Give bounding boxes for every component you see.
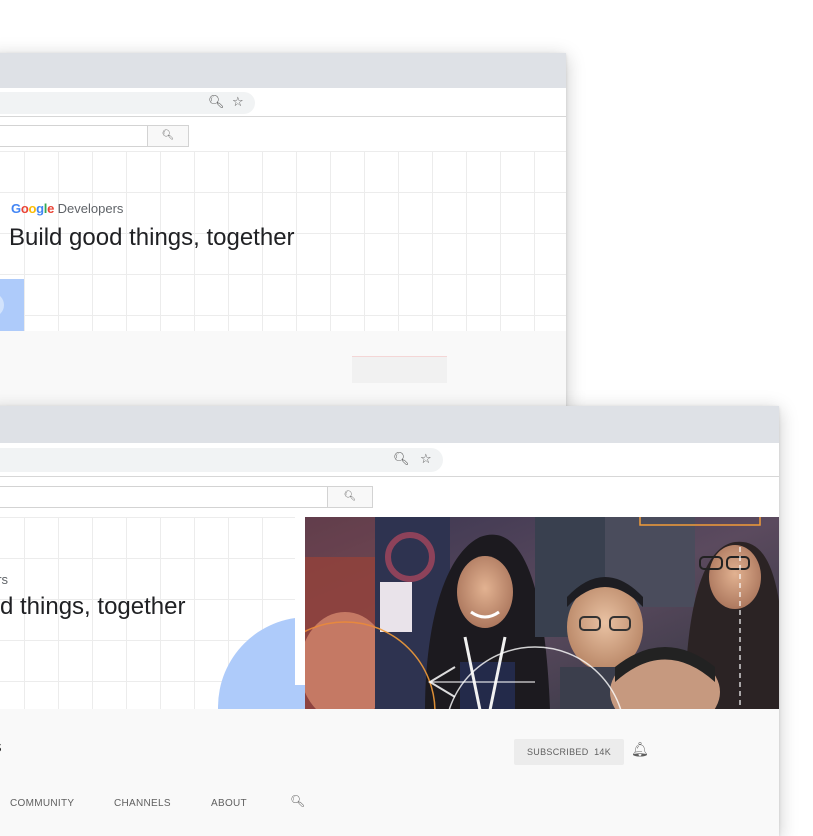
- banner-headline: d things, together: [0, 593, 186, 620]
- search-icon: 🔍︎: [161, 130, 175, 141]
- notification-bell-icon[interactable]: 🔔︎: [631, 742, 649, 758]
- browser-titlebar: [0, 53, 566, 88]
- banner-card-edge: [295, 517, 305, 685]
- channel-search-icon[interactable]: 🔍︎: [290, 794, 305, 808]
- browser-titlebar: [0, 406, 779, 443]
- search-button[interactable]: 🔍︎: [147, 126, 188, 146]
- browser-toolbar: 🔍︎ ☆: [0, 88, 566, 117]
- subscribe-label: SUBSCRIBED: [527, 747, 589, 757]
- channel-header: s SUBSCRIBED 14K 🔔︎ COMMUNITY CHANNELS A…: [0, 709, 779, 836]
- bookmark-star-icon[interactable]: ☆: [232, 95, 244, 111]
- zoom-icon[interactable]: 🔍︎: [208, 95, 225, 111]
- banner-headline: Build good things, together: [9, 224, 295, 251]
- tab-about[interactable]: ABOUT: [211, 798, 247, 809]
- tab-channels[interactable]: CHANNELS: [114, 798, 171, 809]
- youtube-search-row: 🔍︎: [0, 477, 779, 517]
- front-browser-window: 🔍︎ ☆ 🔍︎ ers d things, together: [0, 406, 779, 836]
- address-bar[interactable]: 🔍︎ ☆: [0, 448, 443, 472]
- google-developers-logo: Google Developers: [11, 201, 124, 216]
- channel-header-area: [0, 331, 566, 413]
- back-browser-window: 🔍︎ ☆ 🔍︎ Google Developers Build good thi…: [0, 53, 566, 413]
- banner-crowd-photo: [305, 517, 779, 710]
- youtube-search-row: 🔍︎: [0, 117, 566, 151]
- google-developers-logo: ers: [0, 572, 9, 587]
- channel-name: s: [0, 737, 2, 757]
- subscribed-button[interactable]: SUBSCRIBED 14K: [514, 739, 625, 765]
- search-button[interactable]: 🔍︎: [327, 487, 372, 507]
- address-bar[interactable]: 🔍︎ ☆: [0, 92, 255, 114]
- channel-banner: ers d things, together: [0, 517, 779, 710]
- search-input[interactable]: 🔍︎: [0, 486, 373, 508]
- banner-accent-shape: [0, 279, 24, 331]
- search-icon: 🔍︎: [343, 491, 357, 502]
- subscriber-count: 14K: [594, 747, 612, 757]
- tab-community[interactable]: COMMUNITY: [10, 798, 74, 809]
- browser-toolbar: 🔍︎ ☆: [0, 443, 779, 477]
- bookmark-star-icon[interactable]: ☆: [420, 452, 432, 468]
- crowd-photo-illustration: [305, 517, 779, 710]
- search-input[interactable]: 🔍︎: [0, 125, 189, 147]
- zoom-icon[interactable]: 🔍︎: [393, 452, 410, 468]
- subscribe-button-placeholder[interactable]: [352, 356, 447, 383]
- channel-banner: Google Developers Build good things, tog…: [0, 151, 566, 331]
